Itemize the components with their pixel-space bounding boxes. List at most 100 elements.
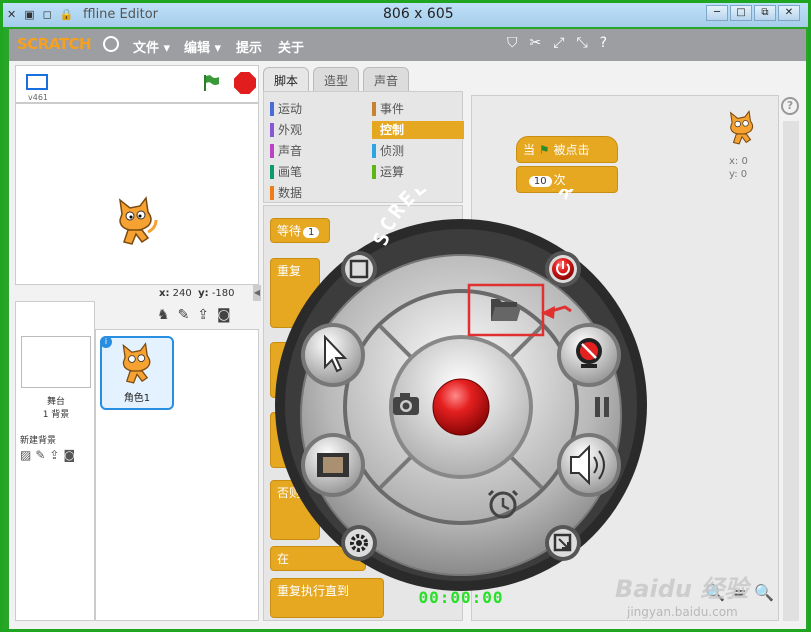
green-flag-icon[interactable] — [202, 74, 220, 92]
record-button[interactable] — [432, 378, 490, 436]
times-label: 次 — [553, 173, 566, 187]
category-label: 运动 — [278, 102, 303, 116]
stage-pane: 舞台 1 背景 新建背景 ▨ ✎ ⇪ ◙ — [15, 301, 95, 621]
settings-button[interactable] — [341, 525, 377, 561]
vertical-scrollbar[interactable] — [783, 121, 799, 621]
category-swatch — [372, 165, 376, 179]
title-bar: ✕ ▣ ◻ 🔒 ffline Editor 806 x 605 ─ □ ⧉ ✕ — [3, 3, 808, 27]
upload-sprite-icon[interactable]: ⇪ — [197, 307, 209, 329]
category-swatch — [270, 144, 274, 158]
when-label: 当 — [523, 143, 536, 157]
help-icon[interactable]: ? — [781, 97, 799, 115]
camera-sprite-icon[interactable]: ◙ — [217, 307, 231, 329]
category-label: 事件 — [380, 102, 405, 116]
menu-edit[interactable]: 编辑 ▾ — [184, 37, 221, 56]
tab-scripts[interactable]: 脚本 — [263, 67, 310, 91]
category-operators[interactable]: 运算 — [372, 163, 464, 181]
window-title: ffline Editor — [83, 7, 159, 22]
tab-costumes[interactable]: 造型 — [313, 67, 360, 91]
shrink-icon[interactable]: ⤡ — [576, 35, 587, 51]
cat-sprite-preview-icon — [729, 109, 754, 145]
restore-button[interactable]: ⧉ — [754, 5, 776, 21]
stage-mouse-coords: x: 240 y: -180 — [159, 288, 235, 299]
info-icon[interactable]: i — [100, 336, 112, 348]
backdrop-count: 1 背景 — [42, 410, 70, 420]
sprite-pane: i 角色1 — [95, 329, 259, 621]
camera-icon[interactable]: ◙ — [63, 448, 75, 462]
new-sprite-tools: ♞ ✎ ⇪ ◙ — [95, 301, 259, 329]
category-swatch — [372, 102, 376, 116]
minimize-button[interactable]: ─ — [706, 5, 728, 21]
close-button[interactable]: ✕ — [778, 5, 800, 21]
sprite-tile[interactable]: i 角色1 — [100, 336, 174, 410]
menu-about[interactable]: 关于 — [278, 37, 304, 56]
cursor-button[interactable] — [301, 323, 365, 387]
minimize-recorder-button[interactable] — [545, 525, 581, 561]
frame-icon[interactable]: ◻ — [43, 8, 52, 21]
webcam-off-button[interactable] — [557, 323, 621, 387]
tab-sounds[interactable]: 声音 — [363, 67, 410, 91]
category-sensing[interactable]: 侦测 — [372, 142, 464, 160]
window-icon[interactable]: ▣ — [24, 8, 34, 21]
duplicate-stamp-icon[interactable]: ⛉ — [507, 35, 518, 51]
y-value: -180 — [211, 288, 235, 299]
help-icon[interactable]: ? — [600, 35, 607, 51]
grow-icon[interactable]: ⤢ — [553, 35, 564, 51]
fullscreen-icon[interactable] — [26, 74, 48, 90]
repeat-count[interactable]: 10 — [528, 176, 552, 187]
category-motion[interactable]: 运动 — [270, 100, 362, 118]
scratch-editor: SCRATCH 文件 ▾ 编辑 ▾ 提示 关于 ⛉ ✂ ⤢ ⤡ ? v461 ◀… — [9, 29, 806, 629]
zoom-in-icon[interactable]: 🔍 — [754, 583, 774, 602]
language-globe-icon[interactable] — [103, 36, 119, 52]
paint-sprite-icon[interactable]: ✎ — [178, 307, 190, 329]
category-looks[interactable]: 外观 — [270, 121, 362, 139]
stage-thumbnail[interactable] — [21, 336, 91, 388]
window-size-label: 806 x 605 — [383, 6, 454, 22]
power-main-button[interactable] — [545, 251, 581, 287]
maximize-button[interactable]: □ — [730, 5, 752, 21]
category-swatch — [270, 165, 274, 179]
category-label: 外观 — [278, 123, 303, 137]
stage-header: v461 — [15, 65, 259, 103]
category-swatch — [270, 102, 274, 116]
lock-icon[interactable]: 🔒 — [60, 8, 74, 21]
category-sound[interactable]: 声音 — [270, 142, 362, 160]
menu-file-label: 文件 — [133, 41, 160, 56]
paint-brush-icon[interactable]: ✎ — [35, 448, 45, 462]
menu-tips[interactable]: 提示 — [236, 37, 262, 56]
backdrop-library-icon[interactable]: ▨ — [20, 448, 31, 462]
select-region-button[interactable] — [341, 251, 377, 287]
stop-sign-icon[interactable] — [234, 72, 256, 94]
toolbar-tools: ⛉ ✂ ⤢ ⤡ ? — [507, 35, 607, 51]
upload-icon[interactable]: ⇪ — [49, 448, 59, 462]
sprite-position: x: 0 y: 0 — [729, 155, 748, 181]
category-swatch — [372, 144, 376, 158]
stage-size-toggle[interactable]: ◀ — [253, 285, 261, 301]
scratch-logo[interactable]: SCRATCH — [17, 35, 92, 53]
x-value: 240 — [172, 288, 192, 299]
video-output-button[interactable] — [301, 433, 365, 497]
audio-button[interactable] — [557, 433, 621, 497]
menu-edit-label: 编辑 — [184, 41, 211, 56]
category-control[interactable]: 控制 — [372, 121, 464, 139]
y-label: y: — [198, 288, 209, 299]
when-flag-clicked-block[interactable]: 当 ⚑ 被点击 — [516, 136, 618, 163]
elapsed-timer: 00:00:00 — [418, 588, 503, 607]
menu-file[interactable]: 文件 ▾ — [133, 37, 170, 56]
category-label: 画笔 — [278, 165, 303, 179]
stage-canvas[interactable] — [15, 103, 259, 285]
stage-label: 舞台 — [46, 397, 65, 407]
category-events[interactable]: 事件 — [372, 100, 464, 118]
category-label: 声音 — [278, 144, 303, 158]
category-pen[interactable]: 画笔 — [270, 163, 362, 181]
clicked-label: 被点击 — [553, 143, 590, 157]
block-categories: 运动 外观 声音 画笔 数据 事件 控制 侦测 运算 — [263, 91, 464, 203]
title-bar-icons: ✕ ▣ ◻ 🔒 — [7, 8, 73, 21]
new-backdrop-label: 新建背景 — [20, 436, 57, 446]
sprite-y: y: 0 — [729, 169, 748, 180]
delete-scissors-icon[interactable]: ✂ — [530, 35, 542, 51]
sprite-library-icon[interactable]: ♞ — [157, 307, 170, 329]
close-x-icon[interactable]: ✕ — [7, 8, 16, 21]
category-swatch — [270, 123, 274, 137]
cat-sprite-icon[interactable] — [112, 196, 160, 250]
